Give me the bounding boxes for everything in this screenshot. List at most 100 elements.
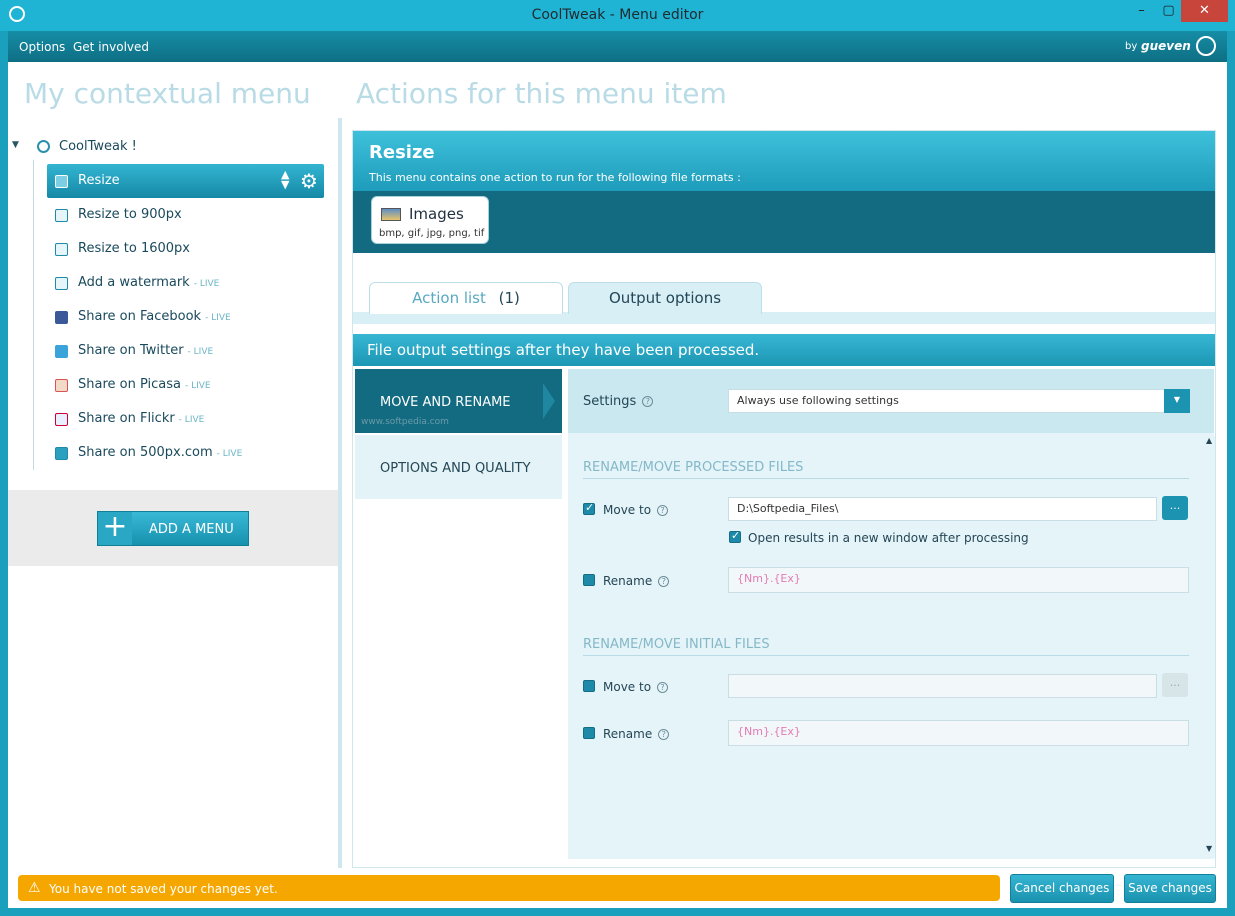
help-icon[interactable]: ? [658,729,670,740]
tab-label: Output options [608,289,722,307]
sidebar-item-label: Share on Picasa [78,377,181,392]
nav-label: OPTIONS AND QUALITY [380,461,531,476]
save-changes-button[interactable]: Save changes [1124,874,1216,903]
twitter-icon [55,345,68,358]
move-to-label: Move to? [603,503,669,517]
image-file-icon [381,208,401,221]
sidebar-item-500px[interactable]: Share on 500px.com - LIVE [47,436,324,470]
sidebar-item-twitter[interactable]: Share on Twitter - LIVE [47,334,324,368]
warning-text: You have not saved your changes yet. [49,882,278,896]
title-bar: CoolTweak - Menu editor – ▢ ✕ [0,0,1235,31]
settings-label: Settings? [583,394,654,409]
plus-icon: + [98,512,132,545]
add-menu-label: ADD A MENU [149,522,234,537]
browse-button[interactable]: ... [1162,496,1188,520]
watermark-icon [55,277,68,290]
unsaved-warning: ⚠ You have not saved your changes yet. [18,875,1000,901]
help-icon[interactable]: ? [642,396,654,407]
picasa-icon [55,379,68,392]
cooltweak-icon [37,140,50,153]
sidebar-item-label: Share on Twitter [78,343,184,358]
move-to-initial-checkbox[interactable] [583,680,595,692]
reorder-arrows-icon[interactable]: ▲ ▼ [281,164,289,190]
tree-root-label[interactable]: CoolTweak ! [59,139,137,154]
cancel-changes-button[interactable]: Cancel changes [1010,874,1114,903]
settings-pane [568,369,1214,859]
move-to-checkbox[interactable] [583,501,595,515]
dropdown-arrow-icon[interactable]: ▼ [1164,389,1190,413]
help-icon[interactable]: ? [658,576,670,587]
move-to-initial-label: Move to? [603,680,669,694]
item-header: Resize This menu contains one action to … [353,131,1215,191]
sidebar-item-resize-1600[interactable]: Resize to 1600px [47,232,324,266]
sidebar-item-facebook[interactable]: Share on Facebook - LIVE [47,300,324,334]
flickr-icon [55,413,68,426]
pane-divider[interactable] [338,118,342,868]
help-icon[interactable]: ? [657,682,669,693]
menu-get-involved[interactable]: Get involved [73,40,149,54]
rename-checkbox[interactable] [583,574,595,586]
scroll-down-icon[interactable]: ▼ [1206,844,1212,853]
settings-dropdown[interactable]: Always use following settings [728,389,1166,413]
add-menu-button[interactable]: + ADD A MENU [97,511,249,546]
menu-options[interactable]: Options [19,40,65,54]
rename-label: Rename? [603,574,670,588]
scrollbar[interactable]: ▲ ▼ [1205,436,1215,858]
warning-icon: ⚠ [28,880,41,896]
live-badge: - LIVE [193,279,220,289]
rename-field[interactable]: {Nm}.{Ex} [728,567,1189,593]
format-name: Images [409,205,464,223]
brand-by: by [1125,41,1138,52]
resize-icon [55,209,68,222]
collapse-toggle-icon[interactable]: ▼ [12,140,19,150]
rename-initial-checkbox[interactable] [583,727,595,739]
tree-line [33,160,34,470]
sidebar-item-label: Share on Flickr [78,411,175,426]
resize-icon [55,243,68,256]
open-results-checkbox[interactable] [729,529,741,543]
sidebar-item-picasa[interactable]: Share on Picasa - LIVE [47,368,324,402]
section-divider [583,478,1189,479]
close-button[interactable]: ✕ [1181,0,1228,22]
live-badge: - LIVE [205,313,231,323]
sidebar-item-label: Resize to 1600px [78,241,190,256]
sidebar-item-flickr[interactable]: Share on Flickr - LIVE [47,402,324,436]
section-processed: RENAME/MOVE PROCESSED FILES [583,460,804,475]
window-title: CoolTweak - Menu editor [531,7,704,23]
nav-label: MOVE AND RENAME [380,395,511,410]
sidebar-item-resize-900[interactable]: Resize to 900px [47,198,324,232]
output-header-text: File output settings after they have bee… [367,341,760,359]
live-badge: - LIVE [185,381,211,391]
item-subtitle: This menu contains one action to run for… [369,171,741,184]
minimize-button[interactable]: – [1128,0,1155,22]
move-to-field[interactable]: D:\Softpedia_Files\ [728,497,1157,521]
move-to-initial-field[interactable] [728,674,1157,698]
nav-options-and-quality[interactable]: OPTIONS AND QUALITY [355,435,562,499]
gear-icon[interactable]: ⚙ [300,164,318,198]
menu-bar: Options Get involved by gueven [8,31,1227,62]
tab-count: (1) [498,289,520,307]
500px-icon [55,447,68,460]
tab-action-list[interactable]: Action list (1) [369,282,563,314]
tab-output-options[interactable]: Output options [568,282,762,314]
scroll-up-icon[interactable]: ▲ [1206,436,1212,445]
section-divider [583,655,1189,656]
nav-move-and-rename[interactable]: MOVE AND RENAME www.softpedia.com [355,369,562,433]
sidebar-item-label: Add a watermark [78,275,190,290]
section-initial: RENAME/MOVE INITIAL FILES [583,637,770,652]
sidebar-item-resize[interactable]: Resize ▲ ▼ ⚙ [47,164,324,198]
sidebar-item-label: Share on 500px.com [78,445,213,460]
format-card-images[interactable]: Images bmp, gif, jpg, png, tif [371,196,489,244]
help-icon[interactable]: ? [657,505,669,516]
rename-initial-label: Rename? [603,727,670,741]
maximize-button[interactable]: ▢ [1155,0,1182,22]
sidebar-item-watermark[interactable]: Add a watermark - LIVE [47,266,324,300]
rename-initial-field[interactable]: {Nm}.{Ex} [728,720,1189,746]
facebook-icon [55,311,68,324]
nav-arrow-icon [543,383,555,419]
sidebar-heading: My contextual menu [24,77,311,110]
browse-initial-button[interactable]: ... [1162,673,1188,697]
sidebar-item-label: Resize to 900px [78,207,182,222]
live-badge: - LIVE [178,415,205,425]
tab-label: Action list [412,289,486,307]
